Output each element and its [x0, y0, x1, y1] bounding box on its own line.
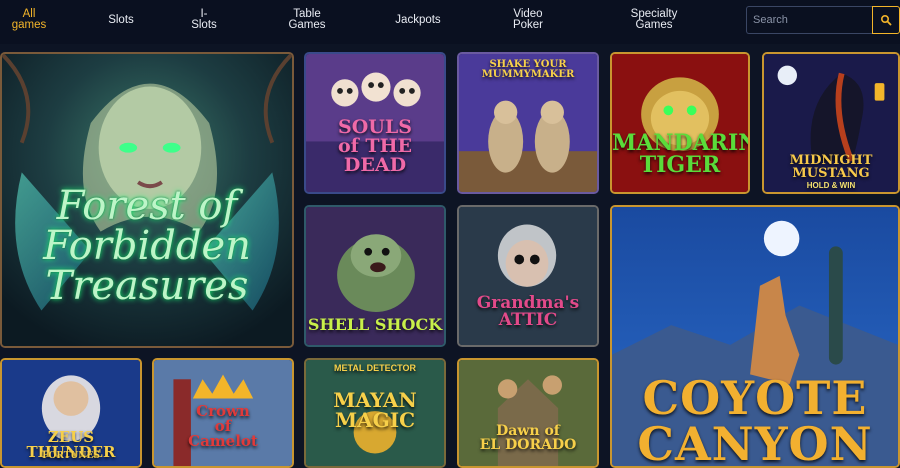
game-title: Grandma's ATTIC	[476, 293, 580, 330]
game-tile-zeus-thunder-fortunes[interactable]: ZEUS THUNDER FORTUNES	[0, 358, 142, 468]
game-tile-coyote-canyon[interactable]: COYOTE CANYON	[610, 205, 900, 468]
game-title: MANDARIN TIGER	[612, 130, 750, 178]
nav-all-games[interactable]: All games	[0, 0, 58, 40]
game-tile-crown-of-camelot[interactable]: Crown of Camelot	[152, 358, 294, 468]
top-navigation: All games Slots I- Slots Table Games Jac…	[0, 0, 900, 44]
game-title: MAYAN MAGIC	[333, 388, 417, 432]
search-icon	[880, 14, 892, 26]
nav-slots[interactable]: Slots	[92, 0, 150, 40]
game-title: SHELL SHOCK	[307, 315, 443, 334]
search-button[interactable]	[872, 6, 900, 34]
game-tile-dawn-of-el-dorado[interactable]: Dawn of EL DORADO	[457, 358, 599, 468]
game-tile-souls-of-the-dead[interactable]: SOULS of THE DEAD	[304, 52, 446, 194]
game-title: COYOTE CANYON	[637, 371, 873, 468]
game-title: SHAKE YOUR MUMMYMAKER	[481, 59, 575, 80]
game-title: Dawn of EL DORADO	[479, 423, 577, 453]
nav-i-slots[interactable]: I- Slots	[176, 0, 232, 40]
game-tile-grandmas-attic[interactable]: Grandma's ATTIC	[457, 205, 599, 347]
game-tile-mayan-magic[interactable]: METAL DETECTOR MAYAN MAGIC	[304, 358, 446, 468]
game-title: Forest of Forbidden Treasures	[43, 183, 251, 309]
nav-video-poker[interactable]: Video Poker	[496, 0, 560, 40]
nav-jackpots[interactable]: Jackpots	[382, 0, 454, 40]
game-tile-shake-your-mummymaker[interactable]: SHAKE YOUR MUMMYMAKER	[457, 52, 599, 194]
game-tile-mandarin-tiger[interactable]: MANDARIN TIGER	[610, 52, 750, 194]
nav-specialty-games[interactable]: Specialty Games	[614, 0, 694, 40]
game-title: Crown of Camelot	[188, 402, 258, 450]
game-title: MIDNIGHT MUSTANG	[789, 153, 873, 181]
game-subtitle: METAL DETECTOR	[333, 363, 416, 373]
search-input[interactable]	[746, 6, 872, 34]
game-tile-midnight-mustang[interactable]: MIDNIGHT MUSTANG HOLD & WIN	[762, 52, 900, 194]
game-subtitle: FORTUNES	[42, 451, 100, 461]
game-title: SOULS of THE DEAD	[337, 116, 413, 176]
game-tile-forest-of-forbidden-treasures[interactable]: Forest of Forbidden Treasures	[0, 52, 294, 348]
nav-table-games[interactable]: Table Games	[270, 0, 344, 40]
game-tile-shell-shock[interactable]: SHELL SHOCK	[304, 205, 446, 347]
game-subtitle: HOLD & WIN	[806, 181, 856, 190]
